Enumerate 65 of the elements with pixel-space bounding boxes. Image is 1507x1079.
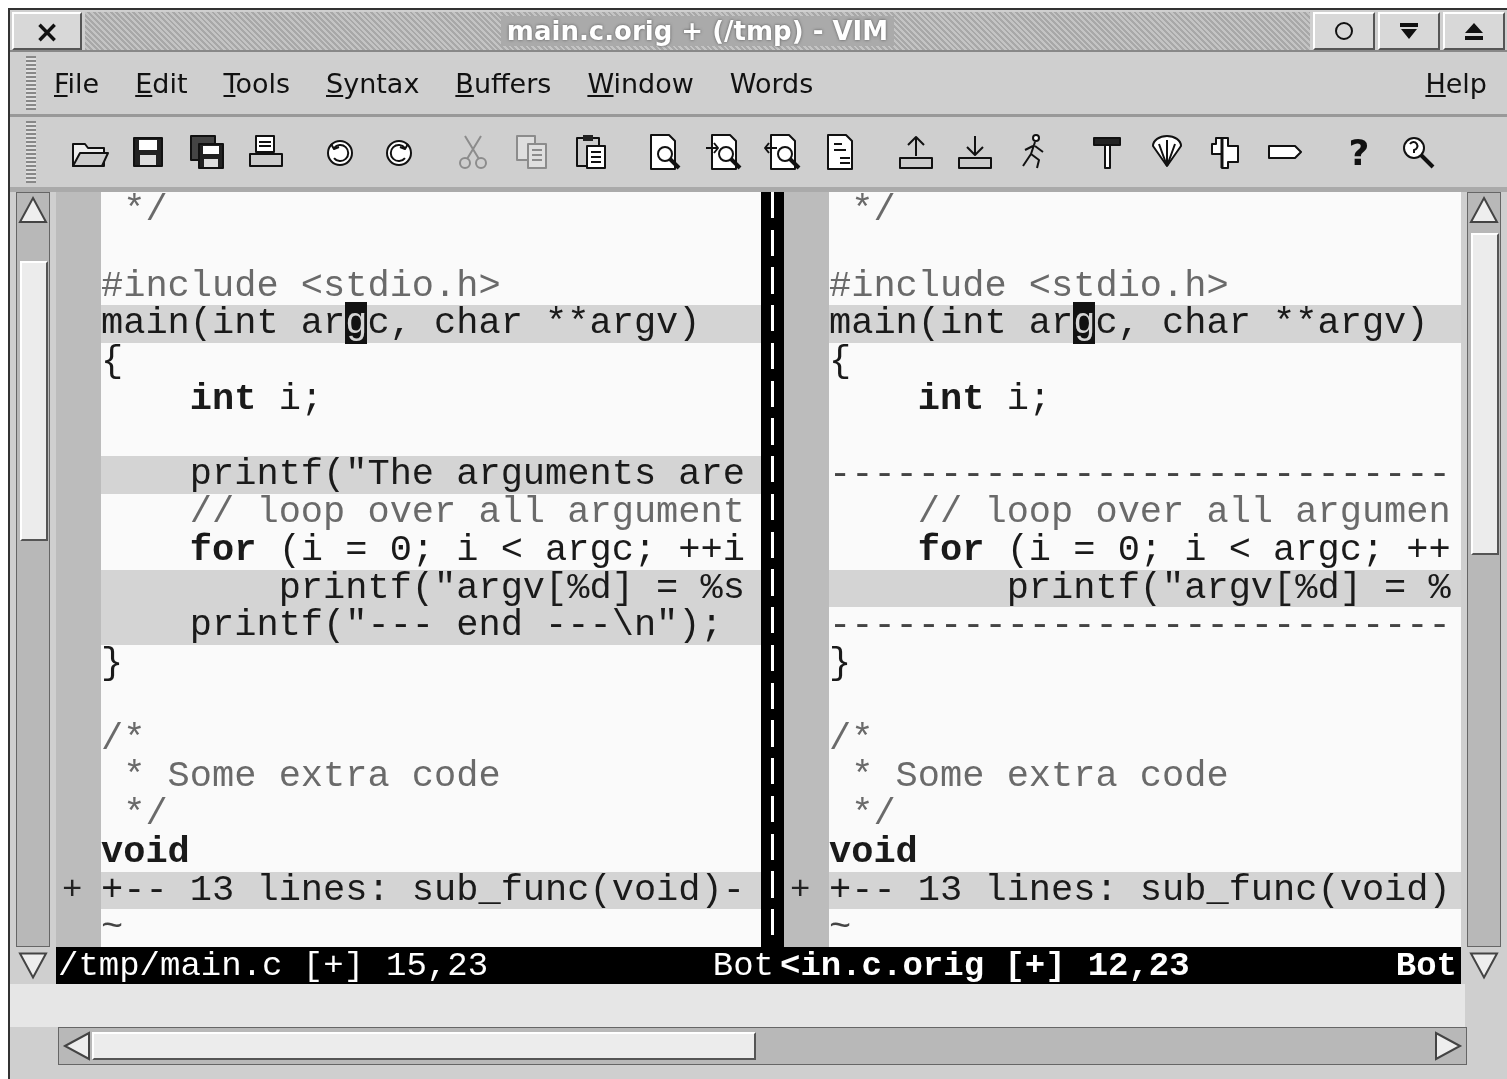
- find-next-icon[interactable]: [704, 132, 744, 172]
- close-button[interactable]: ×: [12, 12, 82, 50]
- filler-line: ----------------------------: [829, 456, 1452, 494]
- window-separator[interactable]: [761, 192, 784, 947]
- end-of-buffer-marker: ~: [101, 909, 125, 947]
- menu-item[interactable]: Tools: [205, 67, 308, 99]
- code-line: */: [122, 192, 169, 230]
- code-line: * Some extra code: [850, 758, 1230, 796]
- menu-item[interactable]: Words: [711, 67, 832, 99]
- menu-item[interactable]: Help: [1407, 67, 1507, 99]
- code-line: */: [850, 192, 897, 230]
- vertical-scrollbar[interactable]: [16, 192, 50, 947]
- window-title: main.c.orig + (/tmp) - VIM: [500, 16, 895, 46]
- code-line: int i;: [916, 380, 1053, 419]
- fold-marker[interactable]: +: [790, 870, 811, 909]
- code-line: // loop over all argumen: [916, 494, 1452, 532]
- menu-item[interactable]: Buffers: [437, 67, 570, 99]
- code-line: void: [101, 833, 191, 872]
- file-name: <in.c.orig [+]: [780, 946, 1066, 985]
- menu-grip[interactable]: [26, 56, 36, 110]
- code-line: /*: [829, 720, 875, 759]
- menu-item[interactable]: Edit: [117, 67, 206, 99]
- code-line: * Some extra code: [122, 758, 502, 796]
- code-line: {: [101, 343, 124, 381]
- file-name: /tmp/main.c [+]: [58, 946, 365, 985]
- menu-item[interactable]: File: [50, 67, 118, 99]
- scroll-position: Bot: [712, 946, 774, 985]
- vertical-scrollbar[interactable]: [1467, 192, 1501, 947]
- code-line: // loop over all argument: [188, 494, 746, 532]
- scroll-position: Bot: [1395, 946, 1457, 985]
- code-line: /*: [101, 720, 147, 759]
- code-line: {: [829, 343, 852, 381]
- toolbar-grip[interactable]: [26, 121, 36, 183]
- window-menu-button[interactable]: [1378, 12, 1440, 50]
- code-line: */: [122, 796, 169, 834]
- menu-item[interactable]: Syntax: [308, 67, 438, 99]
- code-line: void: [829, 833, 919, 872]
- maximize-button[interactable]: [1443, 12, 1505, 50]
- code-line: for (i = 0; i < argc; ++i: [188, 531, 746, 570]
- text-cursor: g: [1073, 302, 1096, 345]
- code-line: }: [101, 645, 125, 683]
- horizontal-scrollbar[interactable]: [58, 1027, 1467, 1065]
- filler-line: ----------------------------: [829, 607, 1452, 645]
- help-button[interactable]: ?: [1339, 131, 1379, 173]
- text-cursor: g: [345, 302, 368, 345]
- minimize-button[interactable]: [1313, 12, 1375, 50]
- floppy-disks-icon[interactable]: [187, 132, 227, 172]
- end-of-buffer-marker: ~: [829, 909, 853, 947]
- scrollbar-thumb[interactable]: [20, 261, 48, 541]
- scrollbar-thumb[interactable]: [92, 1032, 756, 1060]
- code-line: for (i = 0; i < argc; ++: [916, 531, 1452, 570]
- cursor-position: 15,23: [386, 946, 489, 985]
- circle-icon: [1333, 20, 1355, 42]
- find-previous-icon[interactable]: [763, 132, 803, 172]
- scroll-up-icon[interactable]: [18, 195, 48, 225]
- scroll-right-icon[interactable]: [1433, 1031, 1463, 1061]
- code-line: int i;: [188, 380, 325, 419]
- scroll-left-icon[interactable]: [62, 1031, 92, 1061]
- menu-item[interactable]: Window: [569, 67, 712, 99]
- fold-marker[interactable]: +: [62, 870, 83, 909]
- code-line: }: [829, 645, 853, 683]
- scrollbar-thumb[interactable]: [1471, 233, 1499, 555]
- cursor-position: 12,23: [1087, 946, 1190, 985]
- scroll-up-icon[interactable]: [1469, 195, 1499, 225]
- code-line: */: [850, 796, 897, 834]
